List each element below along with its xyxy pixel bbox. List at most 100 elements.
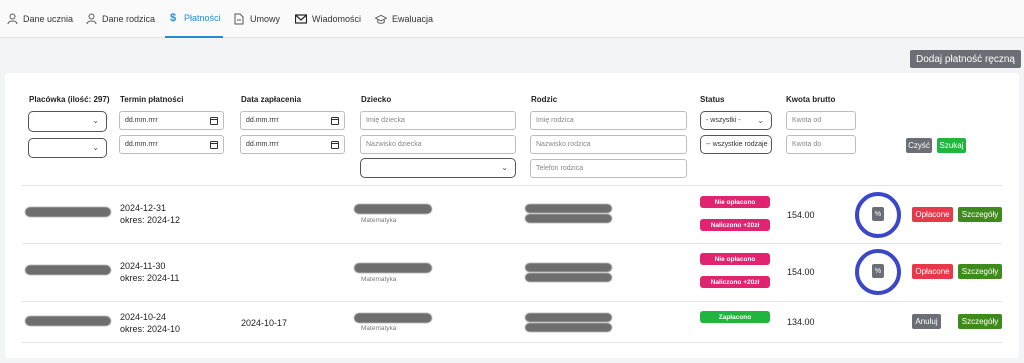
divider: [22, 243, 1002, 244]
row-due-date: 2024-10-24: [120, 312, 167, 322]
placeholder: Kwota od: [792, 117, 822, 124]
placeholder: Imię dziecka: [366, 117, 405, 124]
placeholder: Imię rodzica: [536, 117, 574, 124]
redacted-parent: [525, 273, 612, 282]
tab-wiadomosci[interactable]: Wiadomości: [295, 0, 361, 38]
discount-button[interactable]: %: [872, 207, 884, 221]
payment-date-from-input[interactable]: dd.mm.rrrr: [240, 111, 345, 130]
row-period: okres: 2024-11: [120, 273, 180, 283]
tab-umowy[interactable]: Umowy: [233, 0, 280, 38]
redacted-facility: [25, 316, 111, 326]
redacted-child: [354, 263, 432, 273]
details-button[interactable]: Szczegóły: [958, 314, 1002, 329]
facility-select-2[interactable]: ⌄: [28, 138, 107, 158]
document-icon: [233, 13, 245, 25]
status-type-select-value: -- wszystkie rodzaje: [706, 141, 768, 148]
tab-dane-rodzica[interactable]: Dane rodzica: [85, 0, 155, 38]
mark-paid-button[interactable]: Opłacone: [912, 207, 953, 222]
student-icon: [6, 13, 18, 25]
parent-first-name-input[interactable]: Imię rodzica: [530, 111, 687, 130]
header-facility: Placówka (ilość: 297): [29, 95, 110, 104]
row-period: okres: 2024-10: [120, 324, 181, 334]
status-badge: Nie opłacono: [700, 253, 770, 265]
date-placeholder: dd.mm.rrrr: [125, 141, 158, 148]
amount-to-input[interactable]: Kwota do: [786, 135, 856, 154]
placeholder: Telefon rodzica: [536, 165, 584, 172]
redacted-parent: [525, 204, 612, 213]
status-select-value: - wszystki -: [706, 117, 741, 124]
tab-label: Ewaluacja: [392, 14, 434, 24]
add-manual-payment-button[interactable]: Dodaj płatność ręczną: [910, 50, 1021, 68]
tab-label: Płatności: [184, 13, 221, 23]
clear-button[interactable]: Czyść: [906, 138, 932, 153]
due-date-from-input[interactable]: dd.mm.rrrr: [119, 111, 224, 130]
redacted-child: [354, 204, 432, 214]
graduation-cap-icon: [375, 13, 387, 25]
header-child: Dziecko: [361, 95, 392, 104]
status-badge: Nie opłacono: [700, 196, 770, 208]
chevron-down-icon: ⌄: [92, 116, 99, 125]
details-button[interactable]: Szczegóły: [958, 207, 1002, 222]
child-subject-select[interactable]: ⌄: [360, 158, 516, 178]
date-placeholder: dd.mm.rrrr: [246, 117, 279, 124]
redacted-parent: [525, 323, 612, 332]
mail-icon: [295, 13, 307, 25]
header-gross-amount: Kwota brutto: [786, 95, 836, 104]
calendar-icon[interactable]: [331, 141, 339, 149]
discount-button[interactable]: %: [872, 264, 884, 278]
status-badge: Naliczono +20zł: [700, 276, 770, 288]
due-date-to-input[interactable]: dd.mm.rrrr: [119, 135, 224, 154]
header-parent: Rodzic: [531, 95, 558, 104]
row-subject: Matematyka: [361, 217, 397, 224]
mark-paid-button[interactable]: Opłacone: [912, 264, 953, 279]
tab-ewaluacja[interactable]: Ewaluacja: [375, 0, 433, 38]
tab-bar: Dane ucznia Dane rodzica $ Płatności Umo…: [0, 0, 1024, 38]
chevron-down-icon: ⌄: [92, 143, 99, 152]
redacted-facility: [25, 207, 111, 217]
tab-label: Wiadomości: [312, 14, 362, 24]
row-amount: 154.00: [787, 267, 815, 277]
header-payment-date: Data zapłacenia: [241, 95, 302, 104]
row-due-date: 2024-11-30: [120, 261, 166, 271]
tab-platnosci[interactable]: $ Płatności: [165, 0, 223, 38]
calendar-icon[interactable]: [210, 141, 218, 149]
row-due-date: 2024-12-31: [120, 203, 167, 213]
facility-select[interactable]: ⌄: [28, 111, 107, 132]
amount-from-input[interactable]: Kwota od: [786, 111, 856, 130]
row-amount: 134.00: [787, 317, 815, 327]
parent-phone-input[interactable]: Telefon rodzica: [530, 159, 687, 178]
row-subject: Matematyka: [361, 276, 397, 283]
calendar-icon[interactable]: [331, 117, 339, 125]
row-subject: Matematyka: [361, 325, 397, 332]
child-last-name-input[interactable]: Nazwisko dziecka: [360, 135, 516, 154]
calendar-icon[interactable]: [210, 117, 218, 125]
redacted-facility: [25, 265, 111, 275]
status-type-select[interactable]: -- wszystkie rodzaje: [700, 135, 772, 154]
tab-label: Dane ucznia: [23, 14, 74, 24]
parent-icon: [85, 13, 97, 25]
placeholder: Kwota do: [792, 141, 822, 148]
tab-label: Umowy: [250, 14, 281, 24]
redacted-parent: [525, 214, 612, 223]
date-placeholder: dd.mm.rrrr: [125, 117, 158, 124]
status-badge: Naliczono +20zł: [700, 219, 770, 231]
row-payment-date: 2024-10-17: [241, 318, 288, 328]
tab-dane-ucznia[interactable]: Dane ucznia: [6, 0, 73, 38]
payment-date-to-input[interactable]: dd.mm.rrrr: [240, 135, 345, 154]
redacted-parent: [525, 263, 612, 272]
row-amount: 154.00: [787, 210, 815, 220]
child-first-name-input[interactable]: Imię dziecka: [360, 111, 516, 130]
status-badge: Zapłacono: [700, 311, 770, 323]
divider: [22, 342, 1002, 343]
details-button[interactable]: Szczegóły: [958, 264, 1002, 279]
status-select[interactable]: - wszystki - ⌄: [700, 111, 772, 130]
tab-label: Dane rodzica: [102, 14, 156, 24]
date-placeholder: dd.mm.rrrr: [246, 141, 279, 148]
parent-last-name-input[interactable]: Nazwisko rodzica: [530, 135, 687, 154]
chevron-down-icon: ⌄: [757, 116, 764, 125]
search-button[interactable]: Szukaj: [937, 138, 966, 153]
redacted-child: [354, 313, 432, 323]
cancel-button[interactable]: Anuluj: [912, 314, 941, 329]
divider: [22, 301, 1002, 302]
redacted-parent: [525, 313, 612, 322]
